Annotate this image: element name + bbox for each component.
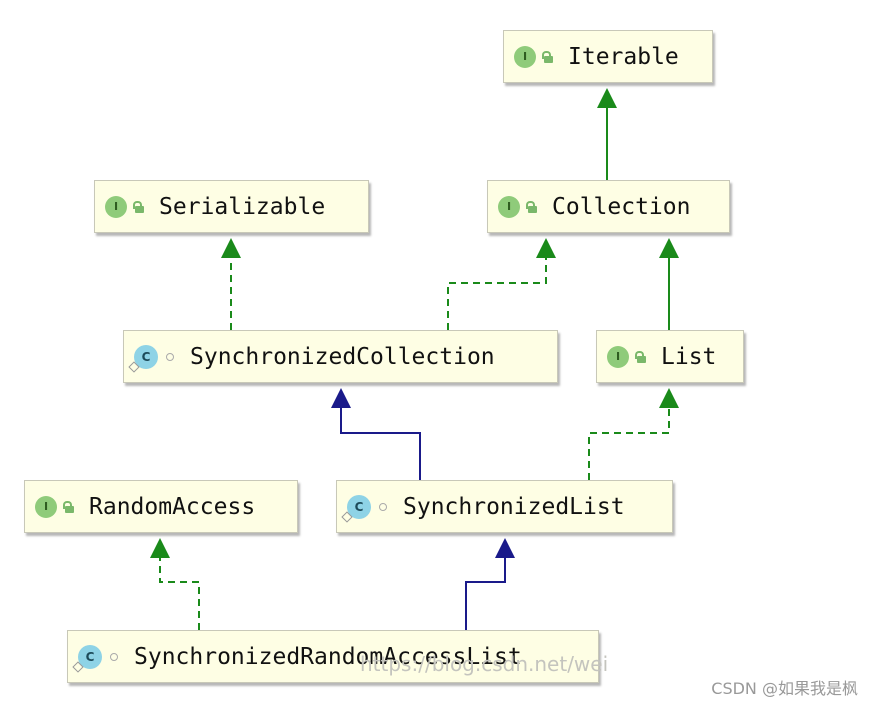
class-letter: C: [85, 649, 95, 664]
static-marker-icon: [128, 360, 140, 373]
arrowhead-synchronized-collection: [331, 388, 351, 408]
public-lock-icon: [635, 350, 647, 363]
arrowhead-collection: [536, 238, 556, 258]
node-label: List: [661, 343, 717, 370]
public-lock-icon: [133, 200, 145, 213]
arrowhead-synchronized-list: [495, 538, 515, 558]
package-private-icon: [110, 652, 118, 661]
arrowhead-serializable: [221, 238, 241, 258]
class-letter: C: [141, 349, 151, 364]
arrowhead-collection: [659, 238, 679, 258]
node-label: SynchronizedCollection: [190, 343, 495, 370]
package-private-icon: [379, 502, 387, 511]
node-list[interactable]: I List: [596, 330, 744, 383]
arrowhead-random-access: [150, 538, 170, 558]
edge-synchronized-collection-to-collection: [447, 256, 547, 330]
node-synchronized-collection[interactable]: C SynchronizedCollection: [123, 330, 558, 383]
node-serializable[interactable]: I Serializable: [94, 180, 369, 233]
node-synchronized-random-access-list[interactable]: C SynchronizedRandomAccessList: [67, 630, 599, 683]
node-synchronized-list[interactable]: C SynchronizedList: [336, 480, 673, 533]
public-lock-icon: [526, 200, 538, 213]
interface-icon: I: [498, 195, 520, 218]
edge-synchronized-random-access-list-to-random-access: [159, 556, 200, 630]
arrowhead-iterable: [597, 88, 617, 108]
class-letter: C: [354, 499, 364, 514]
edge-synchronized-random-access-list-to-synchronized-list: [465, 556, 506, 630]
node-label: Serializable: [159, 193, 326, 220]
interface-icon: I: [514, 45, 536, 68]
node-label: Iterable: [568, 43, 679, 70]
edge-synchronized-list-to-list: [588, 406, 670, 480]
node-collection[interactable]: I Collection: [487, 180, 730, 233]
arrowhead-list: [659, 388, 679, 408]
package-private-icon: [166, 352, 174, 361]
interface-icon: I: [105, 195, 127, 218]
class-diagram: I Iterable I Serializable I Collection C Syn…: [0, 0, 872, 709]
interface-icon: I: [607, 345, 629, 368]
static-marker-icon: [72, 660, 84, 673]
class-icon: C: [341, 494, 371, 523]
class-icon: C: [128, 344, 158, 373]
node-random-access[interactable]: I RandomAccess: [24, 480, 298, 533]
class-icon: C: [72, 644, 102, 673]
static-marker-icon: [341, 510, 353, 523]
node-label: Collection: [552, 193, 691, 220]
node-label: SynchronizedRandomAccessList: [134, 643, 522, 670]
public-lock-icon: [63, 500, 75, 513]
public-lock-icon: [542, 50, 554, 63]
node-label: RandomAccess: [89, 493, 256, 520]
csdn-watermark: CSDN @如果我是枫: [711, 679, 858, 698]
interface-icon: I: [35, 495, 57, 518]
node-iterable[interactable]: I Iterable: [503, 30, 713, 83]
node-label: SynchronizedList: [403, 493, 625, 520]
edge-synchronized-list-to-synchronized-collection: [340, 406, 421, 480]
